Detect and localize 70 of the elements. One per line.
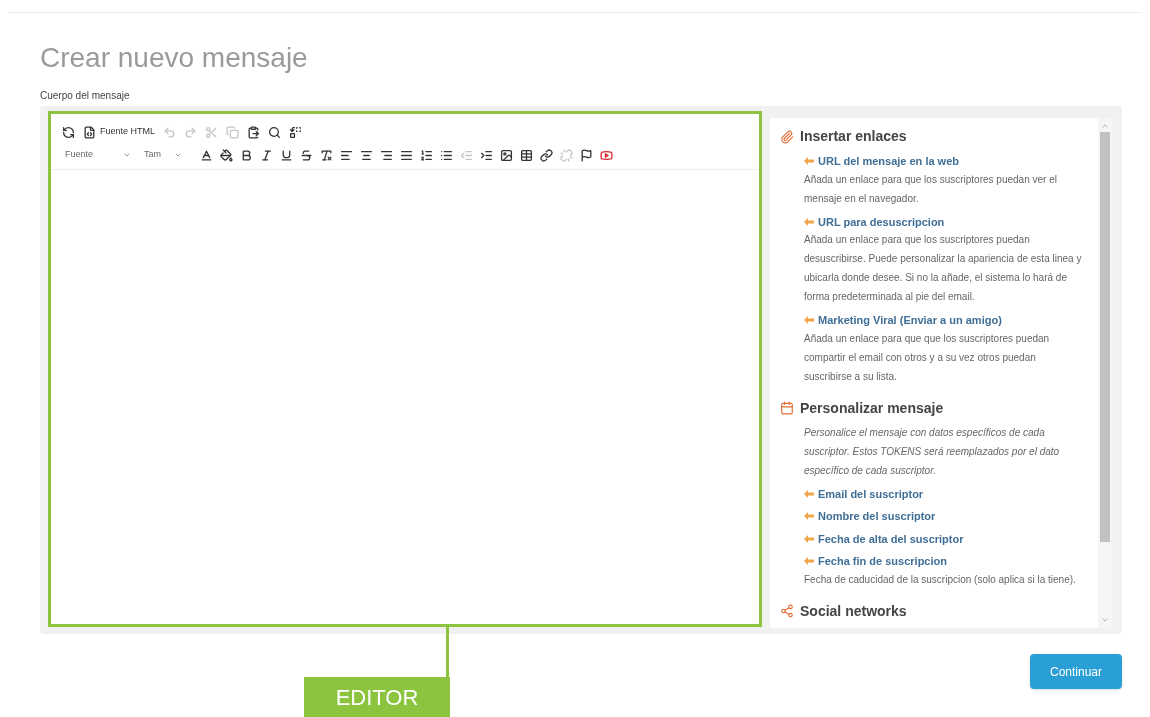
font-dropdown[interactable]: Fuente (59, 145, 137, 165)
insert-link[interactable]: URL para desuscripcion (804, 213, 1084, 230)
undo-icon (163, 125, 177, 139)
link-description: Añada un enlace para que los suscriptores puedan ver el mensaje en el navegador. (804, 172, 1058, 206)
annotation-label: EDITOR (304, 677, 450, 717)
arrow-left-icon (804, 534, 814, 543)
insert-link[interactable]: Fecha fin de suscripcion (804, 553, 1084, 570)
video-icon (600, 148, 613, 162)
rich-text-editor[interactable]: Fuente HTML Fuente Tam (48, 111, 762, 627)
size-dropdown[interactable]: Tam (138, 145, 188, 165)
arrow-left-icon (804, 557, 814, 566)
text-color-icon (200, 148, 213, 162)
arrow-left-icon (804, 316, 814, 325)
scroll-up-icon (1101, 122, 1109, 130)
section-heading: Insertar enlaces (800, 127, 907, 146)
link-description: Añada un enlace para que los suscriptores puedan desuscribirse. Puede personalizar la apariencia de esta linea y ubicarla donde desee. Si no la añade, el sistema lo hará de forma predeterminada al pie del email. (804, 233, 1083, 304)
image-icon (500, 148, 513, 162)
caret-icon (123, 151, 131, 159)
arrow-left-icon (804, 489, 814, 498)
insert-link[interactable]: URL del mensaje en la web (804, 153, 1084, 170)
section-heading: Personalizar mensaje (800, 398, 944, 418)
italic-icon (260, 148, 273, 162)
bullet-list-icon (440, 148, 453, 162)
calendar-icon (780, 401, 794, 415)
insert-link[interactable]: Fecha de alta del suscriptor (804, 530, 1084, 547)
continue-button[interactable]: Continuar (1030, 654, 1122, 689)
link-icon (540, 148, 553, 162)
replace-icon (289, 125, 303, 139)
align-justify-icon (400, 148, 413, 162)
align-right-icon (380, 148, 393, 162)
scrollbar[interactable] (1098, 118, 1112, 628)
unlink-icon (560, 148, 573, 162)
search-icon (268, 125, 282, 139)
table-icon (520, 148, 533, 162)
caret-icon (174, 151, 182, 159)
share-icon (780, 604, 794, 618)
insert-link[interactable]: Nombre del suscriptor (804, 508, 1084, 525)
paperclip-icon (780, 129, 794, 144)
link-description: Añada un enlace para que que los suscriptores puedan compartir el email con otros y a su vez otros puedan suscribirse a su lista. (804, 331, 1051, 384)
scroll-thumb[interactable] (1100, 132, 1110, 542)
fill-color-icon (220, 148, 233, 162)
scissors-icon (205, 125, 219, 139)
numbered-list-icon (420, 148, 433, 162)
section-heading: Social networks (800, 601, 907, 621)
bold-icon (240, 148, 253, 162)
arrow-left-icon (804, 157, 814, 166)
field-label: Cuerpo del mensaje (40, 89, 131, 103)
copy-icon (226, 125, 240, 139)
outdent-icon (460, 148, 473, 162)
insert-link[interactable]: Email del suscriptor (804, 485, 1084, 502)
arrow-left-icon (804, 217, 814, 226)
flag-icon (580, 148, 593, 162)
source-button[interactable]: Fuente HTML (80, 122, 159, 142)
refresh-icon (62, 125, 75, 139)
document-icon (83, 125, 96, 139)
align-center-icon (360, 148, 373, 162)
leader-line (446, 626, 449, 677)
clear-format-icon (320, 148, 333, 162)
redo-icon (184, 125, 198, 139)
clipboard-icon (247, 125, 261, 139)
insert-link[interactable]: Marketing Viral (Enviar a un amigo) (804, 312, 1084, 329)
align-left-icon (340, 148, 353, 162)
indent-icon (480, 148, 493, 162)
underline-icon (280, 148, 293, 162)
scroll-down-icon (1101, 616, 1109, 624)
link-description: Fecha de caducidad de la suscripcion (solo aplica si la tiene). (804, 572, 1077, 587)
section-description: Personalice el mensaje con datos específicos de cada suscriptor. Estos TOKENS será reemplazados por el dato específico de cada suscriptor. (803, 425, 1061, 478)
strikethrough-icon (300, 148, 313, 162)
arrow-left-icon (804, 512, 814, 521)
page-title: Crear nuevo mensaje (40, 41, 309, 75)
